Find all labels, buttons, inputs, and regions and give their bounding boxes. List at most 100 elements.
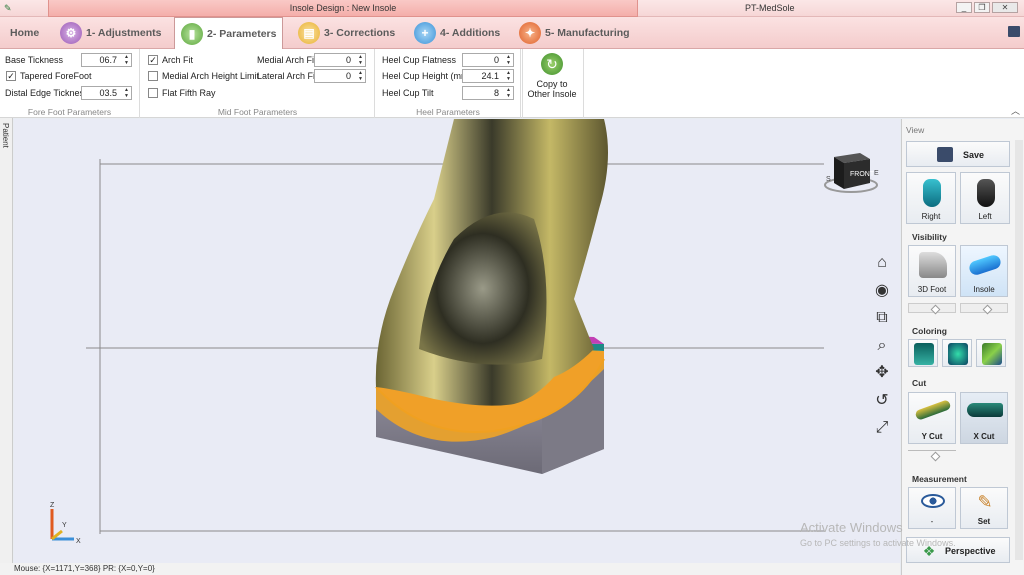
arch-fit-checkbox[interactable]: ✓ (148, 55, 158, 65)
tab-manufacturing-label: 5- Manufacturing (545, 27, 630, 39)
heel-height-stepper[interactable]: 24.1 (462, 69, 514, 83)
measure-view-button[interactable]: - (908, 487, 956, 529)
3d-foot-label: 3D Foot (917, 285, 947, 294)
pan-icon[interactable]: ✥ (872, 363, 892, 383)
insole-left-icon (977, 179, 995, 207)
home-view-icon[interactable]: ⌂ (872, 253, 892, 273)
panel-scrollbar[interactable] (1015, 140, 1023, 560)
axis-y-label: Y (62, 522, 67, 529)
coloring-option-2[interactable] (942, 339, 972, 367)
coloring-title: Coloring (912, 326, 947, 336)
midfoot-group-label: Mid Foot Parameters (217, 107, 298, 117)
left-foot-button[interactable]: Left (960, 172, 1010, 224)
eye-icon (921, 494, 945, 508)
factory-icon: ✦ (519, 22, 541, 44)
collapse-ribbon-icon[interactable]: ︿ (1011, 104, 1020, 117)
patient-side-tab[interactable]: Patient (0, 118, 13, 570)
medial-arch-fill-stepper[interactable]: 0 (314, 53, 366, 67)
base-thickness-stepper[interactable]: 06.7 (81, 53, 132, 67)
scene-svg (86, 119, 824, 534)
color-map-icon (982, 343, 1002, 365)
rotate-icon[interactable]: ↺ (872, 391, 892, 411)
ribbon-panel: Base Tickness 06.7 ✓ Tapered ForeFoot Di… (0, 49, 1024, 118)
coloring-option-1[interactable] (908, 339, 938, 367)
color-map-icon (948, 343, 968, 365)
tapered-forefoot-checkbox[interactable]: ✓ (6, 71, 16, 81)
document-icon: ▤ (298, 22, 320, 44)
flat-fifth-ray-checkbox[interactable] (148, 88, 158, 98)
left-label: Left (978, 212, 992, 221)
y-cut-label: Y Cut (921, 432, 943, 441)
viewcube-front: FRONT (850, 171, 875, 178)
tab-corrections[interactable]: ▤ 3- Corrections (292, 17, 401, 49)
tab-adjustments[interactable]: ⚙ 1- Adjustments (54, 17, 167, 49)
cut-position-slider[interactable] (908, 450, 956, 456)
context-title: Insole Design : New Insole (48, 0, 638, 17)
right-foot-button[interactable]: Right (906, 172, 956, 224)
medial-arch-fill-label: Medial Arch Fill (257, 55, 319, 65)
tapered-forefoot-label: Tapered ForeFoot (20, 71, 92, 81)
axis-svg: Z Y X (50, 502, 81, 545)
tab-home[interactable]: Home (4, 17, 45, 49)
heel-tilt-label: Heel Cup Tilt (382, 88, 434, 98)
restore-button[interactable]: ❐ (974, 2, 990, 13)
insole-icon (967, 253, 1003, 277)
distal-edge-stepper[interactable]: 03.5 (81, 86, 132, 100)
measure-view-label: - (930, 517, 934, 526)
heel-flatness-stepper[interactable]: 0 (462, 53, 514, 67)
medial-arch-height-label: Medial Arch Height Limit (162, 71, 260, 81)
measure-set-button[interactable]: ✎ Set (960, 487, 1008, 529)
heel-height-label: Heel Cup Height (mm) (382, 71, 472, 81)
medial-arch-height-checkbox[interactable] (148, 71, 158, 81)
x-cut-button[interactable]: X Cut (960, 392, 1008, 444)
x-cut-label: X Cut (973, 432, 995, 441)
fit-screen-icon[interactable]: ⤢ (872, 418, 892, 438)
color-map-icon (914, 343, 934, 365)
zoom-window-icon[interactable]: ⧉ (872, 308, 892, 328)
lateral-arch-fill-stepper[interactable]: 0 (314, 69, 366, 83)
tab-parameters[interactable]: ▮ 2- Parameters (174, 17, 284, 50)
3d-viewport[interactable]: FRONT S E Z Y X (14, 119, 900, 564)
distal-edge-label: Distal Edge Tickness (5, 88, 89, 98)
insole-toggle[interactable]: Insole (960, 245, 1008, 297)
axis-z-label: Z (50, 502, 55, 509)
tab-additions[interactable]: + 4- Additions (408, 17, 506, 49)
axis-indicator: Z Y X (44, 499, 84, 547)
heel-group-label: Heel Parameters (416, 107, 480, 117)
axis-x-label: X (76, 538, 81, 545)
coloring-option-3[interactable] (976, 339, 1006, 367)
tab-manufacturing[interactable]: ✦ 5- Manufacturing (513, 17, 636, 49)
tab-home-label: Home (10, 27, 40, 39)
quick-access-icon[interactable]: ✎ (4, 4, 16, 13)
3d-foot-toggle[interactable]: 3D Foot (908, 245, 956, 297)
gear-icon: ⚙ (60, 22, 82, 44)
heel-tilt-stepper[interactable]: 8 (462, 86, 514, 100)
save-button[interactable]: Save (906, 141, 1010, 167)
forefoot-group: Base Tickness 06.7 ✓ Tapered ForeFoot Di… (0, 49, 140, 118)
chart-icon: ▮ (181, 23, 203, 45)
insole-label: Insole (973, 285, 995, 294)
view-section-title: View (906, 125, 925, 135)
y-cut-button[interactable]: Y Cut (908, 392, 956, 444)
tab-adjustments-label: 1- Adjustments (86, 27, 162, 39)
zoom-icon[interactable]: ⌕ (872, 336, 892, 356)
heel-flatness-label: Heel Cup Flatness (382, 55, 457, 65)
tab-additions-label: 4- Additions (440, 27, 501, 39)
status-bar: Mouse: {X=1171,Y=368} PR: {X=0,Y=0} (0, 563, 900, 575)
eye-view-icon[interactable]: ◉ (872, 281, 892, 301)
heel-group: Heel Cup Flatness 0 Heel Cup Height (mm)… (376, 49, 521, 118)
view-cube[interactable]: FRONT S E (822, 145, 880, 197)
view-cube-svg: FRONT S E (824, 153, 879, 193)
tab-corrections-label: 3- Corrections (324, 27, 396, 39)
save-icon[interactable] (1008, 26, 1020, 37)
arch-fit-label: Arch Fit (162, 55, 194, 65)
close-button[interactable]: ✕ (992, 2, 1018, 13)
minimize-button[interactable]: _ (956, 2, 972, 13)
y-cut-icon (914, 399, 952, 421)
viewcube-e: E (874, 170, 879, 177)
save-label: Save (963, 150, 985, 160)
foot-opacity-slider[interactable] (908, 303, 956, 313)
activation-watermark: Activate Windows (800, 520, 903, 535)
cut-title: Cut (912, 378, 927, 388)
insole-opacity-slider[interactable] (960, 303, 1008, 313)
